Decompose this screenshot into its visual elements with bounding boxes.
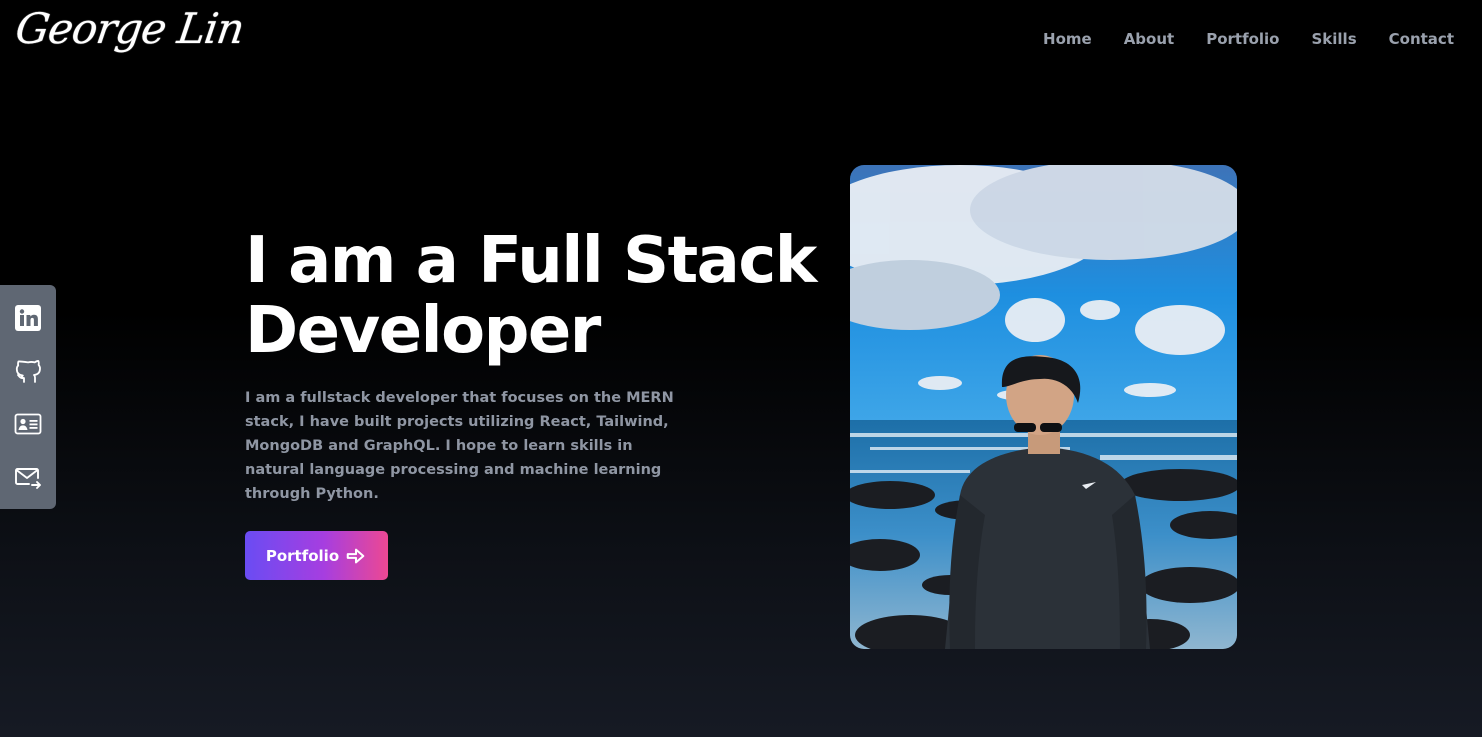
mail-link[interactable] xyxy=(13,462,43,492)
resume-icon xyxy=(14,413,42,434)
nav-portfolio[interactable]: Portfolio xyxy=(1206,30,1279,48)
portfolio-button-label: Portfolio xyxy=(265,546,340,565)
linkedin-icon xyxy=(15,304,41,331)
mail-icon xyxy=(15,467,41,489)
hero-title: I am a Full Stack Developer xyxy=(245,226,845,366)
nav-contact[interactable]: Contact xyxy=(1389,30,1454,48)
resume-link[interactable] xyxy=(13,409,43,439)
hero-title-line-1: I am a Full Stack xyxy=(245,224,817,298)
profile-photo xyxy=(850,165,1237,649)
github-link[interactable] xyxy=(13,356,43,386)
beach-portrait-image xyxy=(850,165,1237,649)
nav-skills[interactable]: Skills xyxy=(1312,30,1357,48)
linkedin-link[interactable] xyxy=(13,303,43,333)
nav-home[interactable]: Home xyxy=(1043,30,1092,48)
portfolio-button[interactable]: Portfolio xyxy=(245,531,388,580)
nav-about[interactable]: About xyxy=(1124,30,1175,48)
site-logo[interactable]: George Lin xyxy=(13,4,247,53)
arrow-right-icon xyxy=(346,548,365,563)
social-sidebar xyxy=(0,285,56,509)
main-nav: Home About Portfolio Skills Contact xyxy=(1011,30,1454,48)
hero-intro: I am a fullstack developer that focuses … xyxy=(245,390,674,502)
hero-title-line-2: Developer xyxy=(245,294,601,368)
github-icon xyxy=(15,359,41,383)
